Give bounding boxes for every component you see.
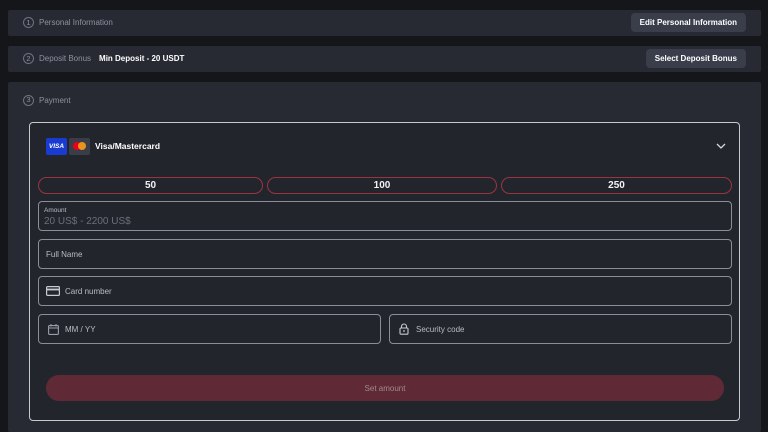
chevron-down-icon[interactable]: [715, 140, 727, 152]
set-amount-button[interactable]: Set amount: [46, 375, 724, 401]
step-label-personal-information: Personal Information: [39, 18, 113, 27]
security-code-field[interactable]: Security code: [389, 314, 732, 344]
step-number-3: 3: [23, 94, 34, 106]
card-number-field[interactable]: Card number: [38, 276, 732, 306]
amount-placeholder: 20 US$ - 2200 US$: [44, 216, 131, 227]
amount-field[interactable]: Amount 20 US$ - 2200 US$: [38, 201, 732, 231]
amount-label: Amount: [44, 207, 67, 214]
security-code-placeholder: Security code: [416, 324, 465, 334]
step-number-1: 1: [23, 17, 34, 28]
card-number-placeholder: Card number: [65, 286, 112, 296]
step-label-deposit-bonus: Deposit Bonus: [39, 54, 92, 63]
calendar-icon: [46, 323, 60, 335]
preset-amount-100[interactable]: 100: [267, 177, 497, 194]
expiry-field[interactable]: MM / YY: [38, 314, 381, 344]
select-deposit-bonus-button[interactable]: Select Deposit Bonus: [645, 49, 746, 68]
preset-amount-250[interactable]: 250: [501, 177, 732, 194]
full-name-placeholder: Full Name: [46, 249, 83, 259]
payment-method-header[interactable]: VISA Visa/Mastercard: [30, 123, 739, 169]
preset-amount-50[interactable]: 50: [38, 177, 263, 194]
payment-method-card: VISA Visa/Mastercard 50 100 250 Amount 2…: [29, 122, 740, 421]
step-label-payment: Payment: [39, 95, 71, 105]
edit-personal-information-button[interactable]: Edit Personal Information: [630, 13, 746, 32]
credit-card-icon: [46, 285, 60, 297]
min-deposit-text: Min Deposit - 20 USDT: [99, 54, 185, 63]
expiry-placeholder: MM / YY: [65, 324, 96, 334]
lock-icon: [397, 323, 411, 335]
full-name-field[interactable]: Full Name: [38, 239, 732, 269]
visa-logo: VISA: [46, 137, 67, 155]
mastercard-logo: [69, 137, 90, 155]
step-number-2: 2: [23, 53, 34, 64]
step-personal-information: 1 Personal Information Edit Personal Inf…: [8, 10, 761, 36]
amount-presets: 50 100 250: [38, 177, 732, 194]
step-deposit-bonus: 2 Deposit Bonus Min Deposit - 20 USDT Se…: [8, 46, 761, 72]
payment-method-name: Visa/Mastercard: [95, 141, 161, 151]
